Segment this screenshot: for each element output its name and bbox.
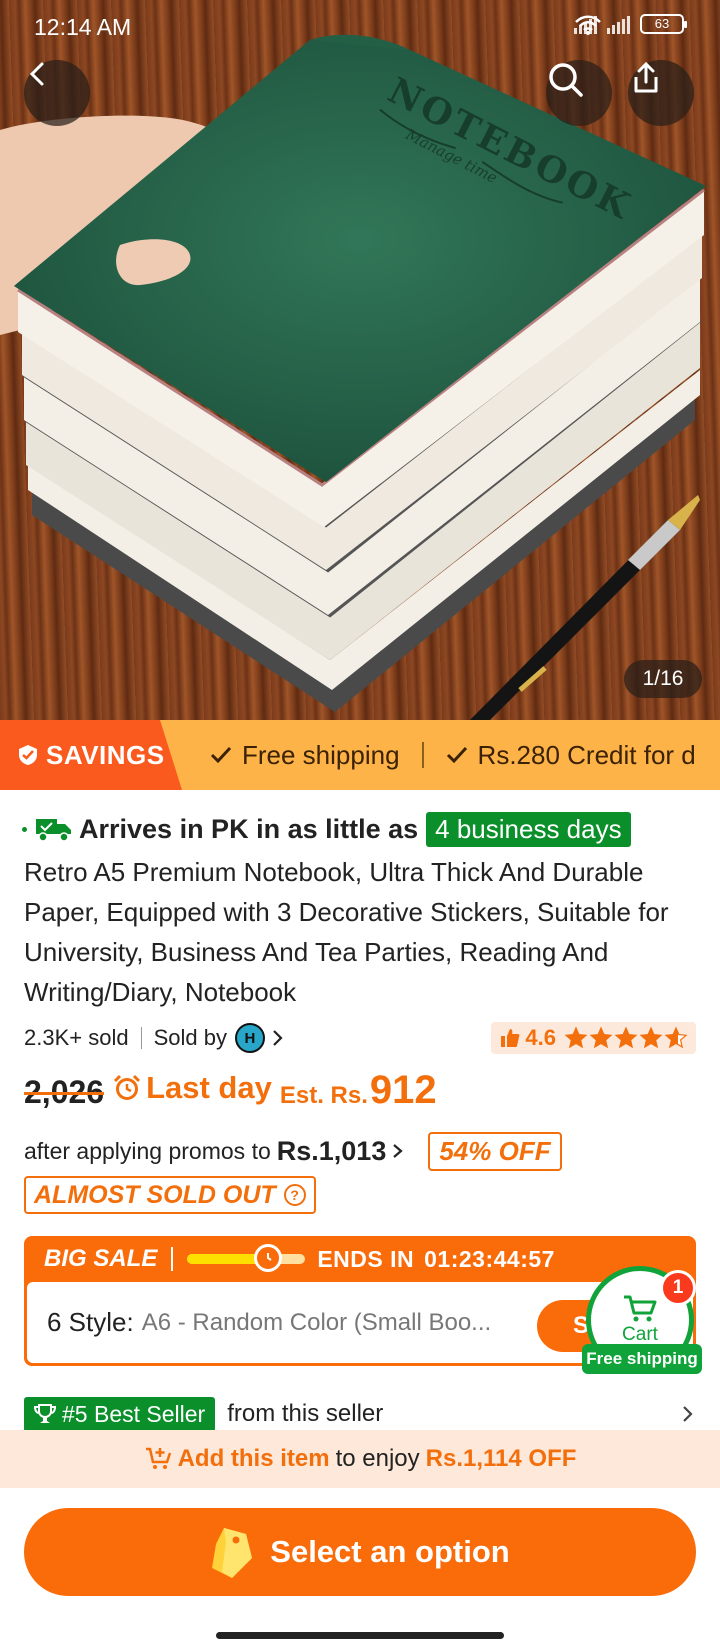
promo-banner-part1: Add this item [177, 1445, 330, 1472]
select-option-button[interactable]: Select an option [24, 1508, 696, 1596]
question-icon[interactable]: ? [283, 1184, 306, 1206]
select-option-label: Select an option [270, 1534, 510, 1569]
big-sale-header: BIG SALE ENDS IN 01:23:44:57 [24, 1236, 696, 1282]
savings-item-label: Free shipping [242, 739, 400, 770]
delivery-prefix: Arrives in PK in as little as [79, 813, 419, 844]
status-icons: 63 [574, 14, 687, 35]
status-time: 12:14 AM [34, 14, 132, 40]
cart-icon [624, 1295, 657, 1322]
share-icon [634, 61, 658, 93]
cart-label: Cart [622, 1324, 658, 1345]
style-value: A6 - Random Color (Small Boo... [141, 1308, 492, 1336]
bottom-action-bar: Select an option [0, 1488, 720, 1650]
battery-icon: 63 [640, 14, 687, 34]
price-row: 2,026 Last day Est. Rs. 912 [24, 1068, 437, 1124]
best-seller-row[interactable]: #5 Best Seller from this seller [24, 1396, 696, 1432]
price-tag-icon [212, 1528, 253, 1578]
promo-prefix: after applying promos to [24, 1137, 271, 1164]
savings-strip[interactable]: SAVINGS Free shipping Rs.280 Credit for … [0, 720, 720, 790]
add-item-promo-banner[interactable]: Add this item to enjoy Rs.1,114 OFF [0, 1430, 720, 1488]
star-icon [589, 1026, 613, 1049]
product-page: NOTEBOOK Manage time 12:14 AM 63 1/16 SA… [0, 0, 720, 1650]
cart-count-badge: 1 [660, 1270, 696, 1306]
product-image-carousel[interactable]: NOTEBOOK Manage time 12:14 AM 63 1/16 [0, 0, 720, 720]
chevron-right-icon [683, 1406, 693, 1422]
trophy-icon [34, 1404, 56, 1423]
big-sale-label: BIG SALE [44, 1245, 158, 1272]
star-icon [614, 1026, 638, 1049]
best-seller-suffix: from this seller [227, 1400, 384, 1427]
promo-price-row[interactable]: after applying promos to Rs.1,013 54% OF… [24, 1126, 562, 1176]
ends-in-label: ENDS IN [317, 1245, 415, 1272]
status-bar: 12:14 AM 63 [0, 0, 720, 54]
delivery-days-badge: 4 business days [426, 811, 631, 847]
savings-label: SAVINGS [46, 739, 165, 770]
estimated-price-label: Est. Rs. [279, 1082, 368, 1109]
sold-count: 2.3K+ sold [24, 1025, 129, 1050]
star-icon [564, 1026, 588, 1049]
star-icon [639, 1026, 663, 1049]
search-icon [549, 63, 583, 97]
best-seller-text: #5 Best Seller [62, 1400, 206, 1427]
chevron-right-icon[interactable] [269, 1027, 287, 1049]
best-seller-badge: #5 Best Seller [24, 1396, 216, 1432]
home-indicator[interactable] [216, 1632, 504, 1639]
alarm-clock-icon [114, 1074, 141, 1100]
savings-shield-icon [19, 745, 37, 765]
savings-item-free-shipping: Free shipping [210, 740, 400, 771]
last-day-text: Last day [146, 1070, 272, 1105]
savings-divider [421, 742, 424, 768]
image-counter: 1/16 [624, 660, 702, 698]
bullet-dot [22, 826, 27, 832]
countdown-timer: 01:23:44:57 [424, 1245, 555, 1272]
last-day-label: Last day [112, 1070, 272, 1106]
almost-sold-out-badge[interactable]: ALMOST SOLD OUT ? [24, 1176, 316, 1214]
discount-badge: 54% OFF [428, 1131, 562, 1171]
delivery-truck-icon [36, 819, 71, 842]
search-button[interactable] [546, 60, 612, 126]
rating-stars [564, 1026, 688, 1050]
check-icon [210, 746, 232, 764]
rating-badge[interactable]: 4.6 [491, 1022, 696, 1054]
promo-price: Rs.1,013 [276, 1135, 387, 1166]
delivery-estimate[interactable]: Arrives in PK in as little as 4 business… [22, 808, 631, 850]
savings-items: Free shipping Rs.280 Credit for d [210, 720, 696, 790]
original-price: 2,026 [24, 1074, 105, 1110]
savings-item-credit: Rs.280 Credit for d [446, 740, 696, 771]
check-icon [446, 746, 467, 764]
thumbs-up-icon [501, 1029, 520, 1047]
wifi-icon [575, 15, 601, 35]
star-icon [664, 1026, 688, 1049]
promo-banner-part3: Rs.1,114 OFF [425, 1445, 577, 1472]
meta-divider [140, 1027, 142, 1049]
cart-free-shipping: Free shipping [582, 1344, 702, 1374]
style-label: 6 Style: [47, 1307, 134, 1337]
estimated-price: 912 [369, 1068, 437, 1112]
share-button[interactable] [628, 60, 694, 126]
rating-value: 4.6 [525, 1025, 556, 1050]
seller-meta-row: 2.3K+ sold Sold by H 4.6 [24, 1018, 696, 1058]
almost-sold-out-text: ALMOST SOLD OUT [34, 1180, 276, 1209]
promo-banner-part2: to enjoy [335, 1445, 420, 1472]
back-button[interactable] [24, 60, 90, 126]
chevron-right-icon [393, 1144, 404, 1158]
notebook-stack-illustration: NOTEBOOK Manage time [0, 34, 706, 720]
sold-by-label: Sold by [153, 1025, 227, 1050]
savings-badge: SAVINGS [0, 720, 182, 790]
seller-logo-icon[interactable]: H [234, 1023, 265, 1053]
product-title[interactable]: Retro A5 Premium Notebook, Ultra Thick A… [24, 852, 704, 1012]
signal-icon-2 [607, 14, 630, 34]
sale-progress-bar [187, 1244, 306, 1272]
big-sale-divider [171, 1247, 174, 1271]
savings-item-label: Rs.280 Credit for d [477, 739, 696, 770]
sale-clock-icon [253, 1244, 282, 1272]
cart-plus-icon [145, 1447, 171, 1469]
chevron-left-icon [29, 62, 44, 86]
